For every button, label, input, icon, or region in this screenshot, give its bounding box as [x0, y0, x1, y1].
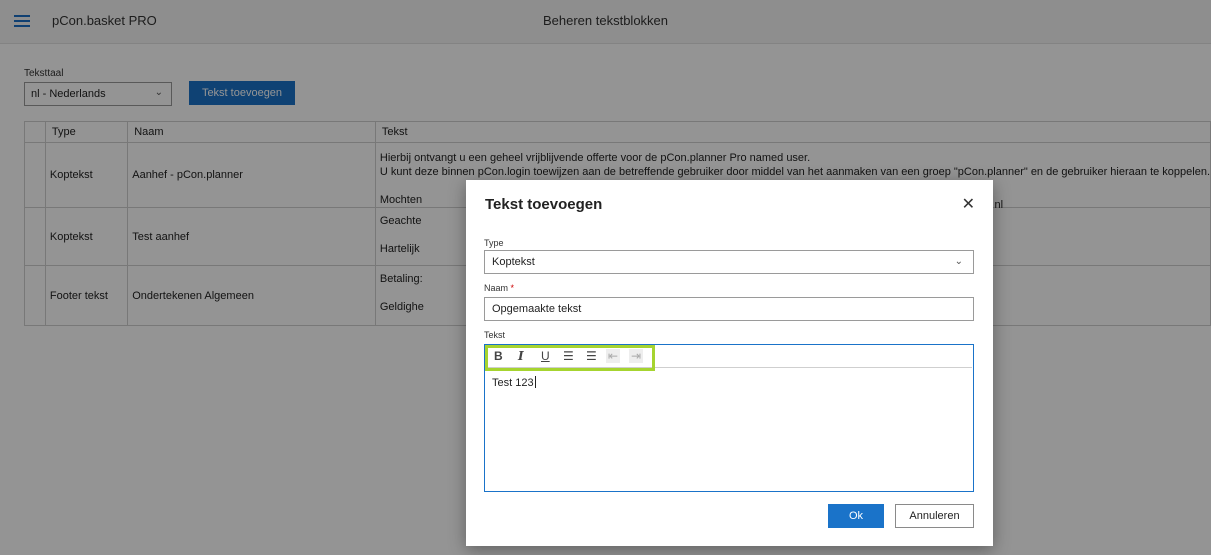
type-label: Type	[484, 238, 504, 248]
close-icon[interactable]: ✕	[962, 194, 975, 214]
rich-text-editor[interactable]: B I U ☰ ☰ ⇤ ⇥ Test 123	[484, 344, 974, 492]
type-select[interactable]: Koptekst ⌄	[484, 250, 974, 274]
editor-content[interactable]: Test 123	[492, 376, 536, 389]
type-select-value: Koptekst	[492, 256, 535, 268]
tekst-label: Tekst	[484, 330, 506, 340]
ok-button[interactable]: Ok	[828, 504, 884, 528]
add-text-dialog: Tekst toevoegen ✕ Type Koptekst ⌄ Naam *…	[466, 180, 993, 546]
dialog-title: Tekst toevoegen	[485, 196, 603, 213]
naam-label-text: Naam	[484, 283, 509, 293]
naam-input-value: Opgemaakte tekst	[492, 303, 582, 315]
required-marker: *	[510, 283, 515, 293]
toolbar-highlight-box	[485, 345, 655, 371]
editor-text: Test 123	[492, 377, 534, 389]
cancel-button[interactable]: Annuleren	[895, 504, 974, 528]
naam-label: Naam *	[484, 283, 514, 293]
chevron-down-icon: ⌄	[954, 256, 963, 267]
naam-input[interactable]: Opgemaakte tekst	[484, 297, 974, 321]
text-caret	[534, 376, 536, 388]
